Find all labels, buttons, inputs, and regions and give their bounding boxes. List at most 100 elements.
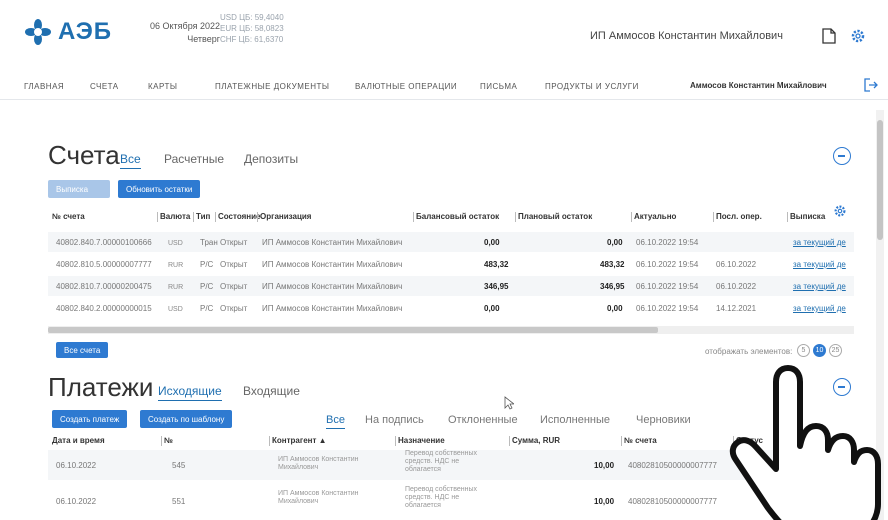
- statement-button[interactable]: Выписка: [48, 180, 110, 198]
- rate-usd: USD ЦБ: 59,4040: [220, 13, 284, 22]
- col-account-number[interactable]: № счета: [52, 212, 85, 221]
- account-currency: RUR: [168, 284, 184, 291]
- account-planned: 0,00: [607, 304, 623, 313]
- table-settings-gear-icon[interactable]: [833, 204, 847, 218]
- nav-item-letters[interactable]: ПИСЬМА: [480, 82, 517, 91]
- logo-icon: [25, 19, 51, 45]
- accounts-title: Счета: [48, 140, 120, 170]
- account-balance: 346,95: [484, 282, 509, 291]
- document-icon[interactable]: [822, 28, 836, 44]
- account-actual: 06.10.2022 19:54: [636, 304, 699, 313]
- tab-payments-outgoing[interactable]: Исходящие: [158, 384, 222, 401]
- account-number[interactable]: 40802.840.2.00000000015: [56, 304, 152, 313]
- vertical-scroll-thumb[interactable]: [877, 120, 883, 240]
- account-type: Р/С: [200, 282, 214, 291]
- account-last-op: 06.10.2022: [716, 282, 757, 291]
- page-size-label: отображать элементов:: [705, 347, 793, 356]
- account-org: ИП Аммосов Константин Михайлович: [262, 304, 403, 313]
- tab-accounts-settlement[interactable]: Расчетные: [164, 152, 224, 166]
- nav-item-home[interactable]: ГЛАВНАЯ: [24, 82, 64, 91]
- col-currency[interactable]: Валюта: [156, 212, 190, 222]
- account-statement-link[interactable]: за текущий де: [793, 238, 850, 247]
- filter-executed[interactable]: Исполненные: [540, 414, 610, 426]
- col-last-op[interactable]: Посл. опер.: [713, 212, 762, 222]
- col-type[interactable]: Тип: [192, 212, 210, 222]
- col-statement[interactable]: Выписка: [786, 212, 825, 222]
- mouse-cursor-icon: [504, 396, 514, 410]
- col-number[interactable]: №: [161, 436, 173, 446]
- payment-amount: 10,00: [594, 461, 615, 470]
- filter-drafts[interactable]: Черновики: [636, 414, 691, 426]
- account-statement-link[interactable]: за текущий де: [793, 260, 850, 269]
- col-state[interactable]: Состояние: [214, 212, 260, 222]
- payment-number[interactable]: 545: [172, 461, 185, 470]
- account-number[interactable]: 40802.810.5.00000007777: [56, 260, 152, 269]
- create-payment-button[interactable]: Создать платеж: [52, 410, 128, 428]
- payment-purpose: Перевод собственных средств. НДС не обла…: [405, 450, 478, 473]
- horizontal-scrollbar[interactable]: [48, 326, 854, 334]
- header-user-name[interactable]: ИП Аммосов Константин Михайлович: [590, 30, 783, 42]
- nav-item-payment-docs[interactable]: ПЛАТЕЖНЫЕ ДОКУМЕНТЫ: [215, 82, 329, 91]
- page-size-option[interactable]: 5: [797, 344, 810, 357]
- payment-counterparty: ИП Аммосов Константин Михайлович: [278, 456, 359, 471]
- col-actual[interactable]: Актуально: [630, 212, 676, 222]
- hand-pointer-icon: [729, 365, 881, 520]
- tab-accounts-deposits[interactable]: Депозиты: [244, 152, 298, 166]
- tab-accounts-all[interactable]: Все: [120, 152, 141, 169]
- account-org: ИП Аммосов Константин Михайлович: [262, 282, 403, 291]
- account-statement-link[interactable]: за текущий де: [793, 304, 850, 313]
- nav-item-accounts[interactable]: СЧЕТА: [90, 82, 119, 91]
- logout-icon[interactable]: [864, 78, 878, 92]
- logo-text: АЭБ: [58, 18, 113, 45]
- account-balance: 0,00: [484, 238, 500, 247]
- tab-payments-incoming[interactable]: Входящие: [243, 384, 300, 398]
- account-currency: RUR: [168, 262, 184, 269]
- payment-date: 06.10.2022: [56, 497, 97, 506]
- filter-rejected[interactable]: Отклоненные: [448, 414, 518, 426]
- current-date: 06 Октября 2022: [150, 21, 221, 31]
- col-amount[interactable]: Сумма, RUR: [508, 436, 560, 446]
- account-planned: 346,95: [600, 282, 625, 291]
- all-accounts-button[interactable]: Все счета: [56, 342, 109, 358]
- current-weekday: Четверг: [187, 34, 221, 44]
- nav-item-currency-ops[interactable]: ВАЛЮТНЫЕ ОПЕРАЦИИ: [355, 82, 457, 91]
- account-balance: 0,00: [484, 304, 500, 313]
- account-statement-link[interactable]: за текущий де: [793, 282, 850, 291]
- account-planned: 0,00: [607, 238, 623, 247]
- page-size-option[interactable]: 25: [829, 344, 842, 357]
- account-actual: 06.10.2022 19:54: [636, 282, 699, 291]
- payments-title: Платежи: [48, 372, 154, 402]
- account-state: Открыт: [220, 260, 248, 269]
- col-account[interactable]: № счета: [621, 436, 657, 446]
- col-planned[interactable]: Плановый остаток: [514, 212, 592, 222]
- refresh-balances-button[interactable]: Обновить остатки: [118, 180, 201, 198]
- account-currency: USD: [168, 240, 183, 247]
- logo[interactable]: АЭБ: [24, 18, 112, 46]
- col-balance[interactable]: Балансовый остаток: [412, 212, 499, 222]
- filter-to-sign[interactable]: На подпись: [365, 414, 424, 426]
- header: АЭБ 06 Октября 2022 Четверг USD ЦБ: 59,4…: [0, 0, 888, 72]
- col-datetime[interactable]: Дата и время: [52, 436, 105, 445]
- nav-user-name[interactable]: Аммосов Константин Михайлович: [690, 81, 827, 90]
- horizontal-scroll-thumb[interactable]: [48, 327, 658, 333]
- account-type: Р/С: [200, 260, 214, 269]
- account-number[interactable]: 40802.810.7.00000200475: [56, 282, 152, 291]
- col-counterparty[interactable]: Контрагент ▲: [269, 436, 327, 446]
- page-size-option-selected[interactable]: 10: [813, 344, 826, 357]
- col-organization[interactable]: Организация: [256, 212, 311, 222]
- account-currency: USD: [168, 306, 183, 313]
- account-last-op: 14.12.2021: [716, 304, 757, 313]
- settings-gear-icon[interactable]: [850, 28, 866, 44]
- col-purpose[interactable]: Назначение: [395, 436, 445, 446]
- payment-number[interactable]: 551: [172, 497, 185, 506]
- payment-account: 40802810500000007777: [628, 497, 717, 506]
- nav-item-products[interactable]: ПРОДУКТЫ И УСЛУГИ: [545, 82, 639, 91]
- filter-all[interactable]: Все: [326, 414, 345, 429]
- payment-counterparty: ИП Аммосов Константин Михайлович: [278, 490, 359, 505]
- account-type: Тран: [200, 238, 218, 247]
- account-last-op: 06.10.2022: [716, 260, 757, 269]
- account-number[interactable]: 40802.840.7.00000100666: [56, 238, 152, 247]
- collapse-accounts-button[interactable]: [833, 147, 851, 165]
- nav-item-cards[interactable]: КАРТЫ: [148, 82, 177, 91]
- create-from-template-button[interactable]: Создать по шаблону: [140, 410, 233, 428]
